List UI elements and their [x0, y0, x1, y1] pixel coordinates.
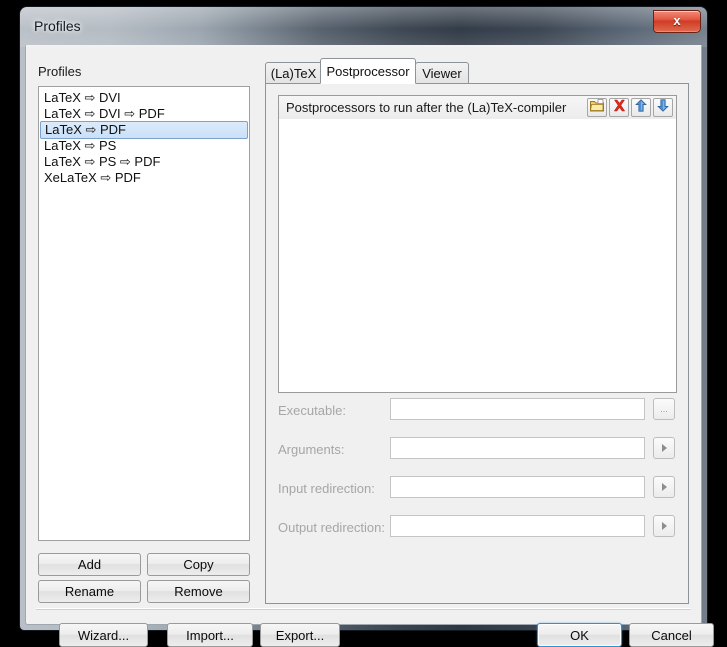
output-redirection-expand-button[interactable]	[653, 515, 675, 537]
tab-strip: (La)TeX Postprocessor Viewer	[265, 58, 689, 84]
list-item[interactable]: XeLaTeX ⇨ PDF	[40, 170, 248, 186]
list-item[interactable]: LaTeX ⇨ DVI ⇨ PDF	[40, 106, 248, 122]
list-item-selected[interactable]: LaTeX ⇨ PDF	[40, 121, 248, 139]
arguments-expand-button[interactable]	[653, 437, 675, 459]
postprocessors-toolbar	[587, 98, 673, 117]
copy-profile-button[interactable]: Copy	[147, 553, 250, 576]
remove-profile-button[interactable]: Remove	[147, 580, 250, 603]
postprocessors-group-header: Postprocessors to run after the (La)TeX-…	[279, 96, 676, 120]
arguments-input[interactable]	[390, 437, 645, 459]
profiles-listbox[interactable]: LaTeX ⇨ DVI LaTeX ⇨ DVI ⇨ PDF LaTeX ⇨ PD…	[38, 86, 250, 541]
close-icon: x	[673, 13, 681, 28]
arrow-down-icon	[657, 98, 669, 117]
tab-latex[interactable]: (La)TeX	[265, 62, 322, 84]
import-button[interactable]: Import...	[167, 623, 253, 647]
input-redirection-label: Input redirection:	[278, 481, 375, 496]
close-button[interactable]: x	[653, 10, 701, 33]
tab-postprocessor[interactable]: Postprocessor	[320, 58, 416, 84]
input-redirection-expand-button[interactable]	[653, 476, 675, 498]
postprocessors-group-title: Postprocessors to run after the (La)TeX-…	[286, 100, 567, 115]
tab-panel-postprocessor: Postprocessors to run after the (La)TeX-…	[265, 83, 689, 604]
export-button[interactable]: Export...	[260, 623, 340, 647]
wizard-button[interactable]: Wizard...	[59, 623, 148, 647]
list-item[interactable]: LaTeX ⇨ PS	[40, 138, 248, 154]
cancel-button[interactable]: Cancel	[629, 623, 714, 647]
profiles-dialog-window: Profiles x Profiles LaTeX ⇨ DVI LaTeX ⇨ …	[20, 7, 714, 647]
profiles-list-label: Profiles	[38, 64, 82, 79]
postprocessors-group-box: Postprocessors to run after the (La)TeX-…	[278, 95, 677, 393]
delete-postprocessor-button[interactable]	[609, 98, 629, 117]
executable-browse-button[interactable]: ...	[653, 398, 675, 420]
triangle-right-icon	[661, 522, 667, 530]
move-up-button[interactable]	[631, 98, 651, 117]
arguments-label: Arguments:	[278, 442, 345, 457]
dialog-client-area: Profiles LaTeX ⇨ DVI LaTeX ⇨ DVI ⇨ PDF L…	[25, 45, 714, 647]
list-item[interactable]: LaTeX ⇨ PS ⇨ PDF	[40, 154, 248, 170]
input-redirection-input[interactable]	[390, 476, 645, 498]
tab-viewer[interactable]: Viewer	[415, 62, 469, 84]
triangle-right-icon	[661, 444, 667, 452]
output-redirection-input[interactable]	[390, 515, 645, 537]
delete-x-icon	[613, 99, 626, 117]
executable-label: Executable:	[278, 403, 346, 418]
postprocessors-list[interactable]	[279, 119, 676, 392]
list-item[interactable]: LaTeX ⇨ DVI	[40, 90, 248, 106]
ok-button[interactable]: OK	[537, 623, 622, 647]
move-down-button[interactable]	[653, 98, 673, 117]
title-bar[interactable]: Profiles x	[20, 7, 707, 45]
output-redirection-label: Output redirection:	[278, 520, 385, 535]
add-postprocessor-button[interactable]	[587, 98, 607, 117]
window-title: Profiles	[34, 18, 81, 34]
ellipsis-icon: ...	[660, 404, 668, 414]
new-folder-icon	[590, 98, 604, 117]
rename-profile-button[interactable]: Rename	[38, 580, 141, 603]
executable-input[interactable]	[390, 398, 645, 420]
bottom-separator	[36, 608, 691, 610]
triangle-right-icon	[661, 483, 667, 491]
arrow-up-icon	[635, 98, 647, 117]
add-profile-button[interactable]: Add	[38, 553, 141, 576]
